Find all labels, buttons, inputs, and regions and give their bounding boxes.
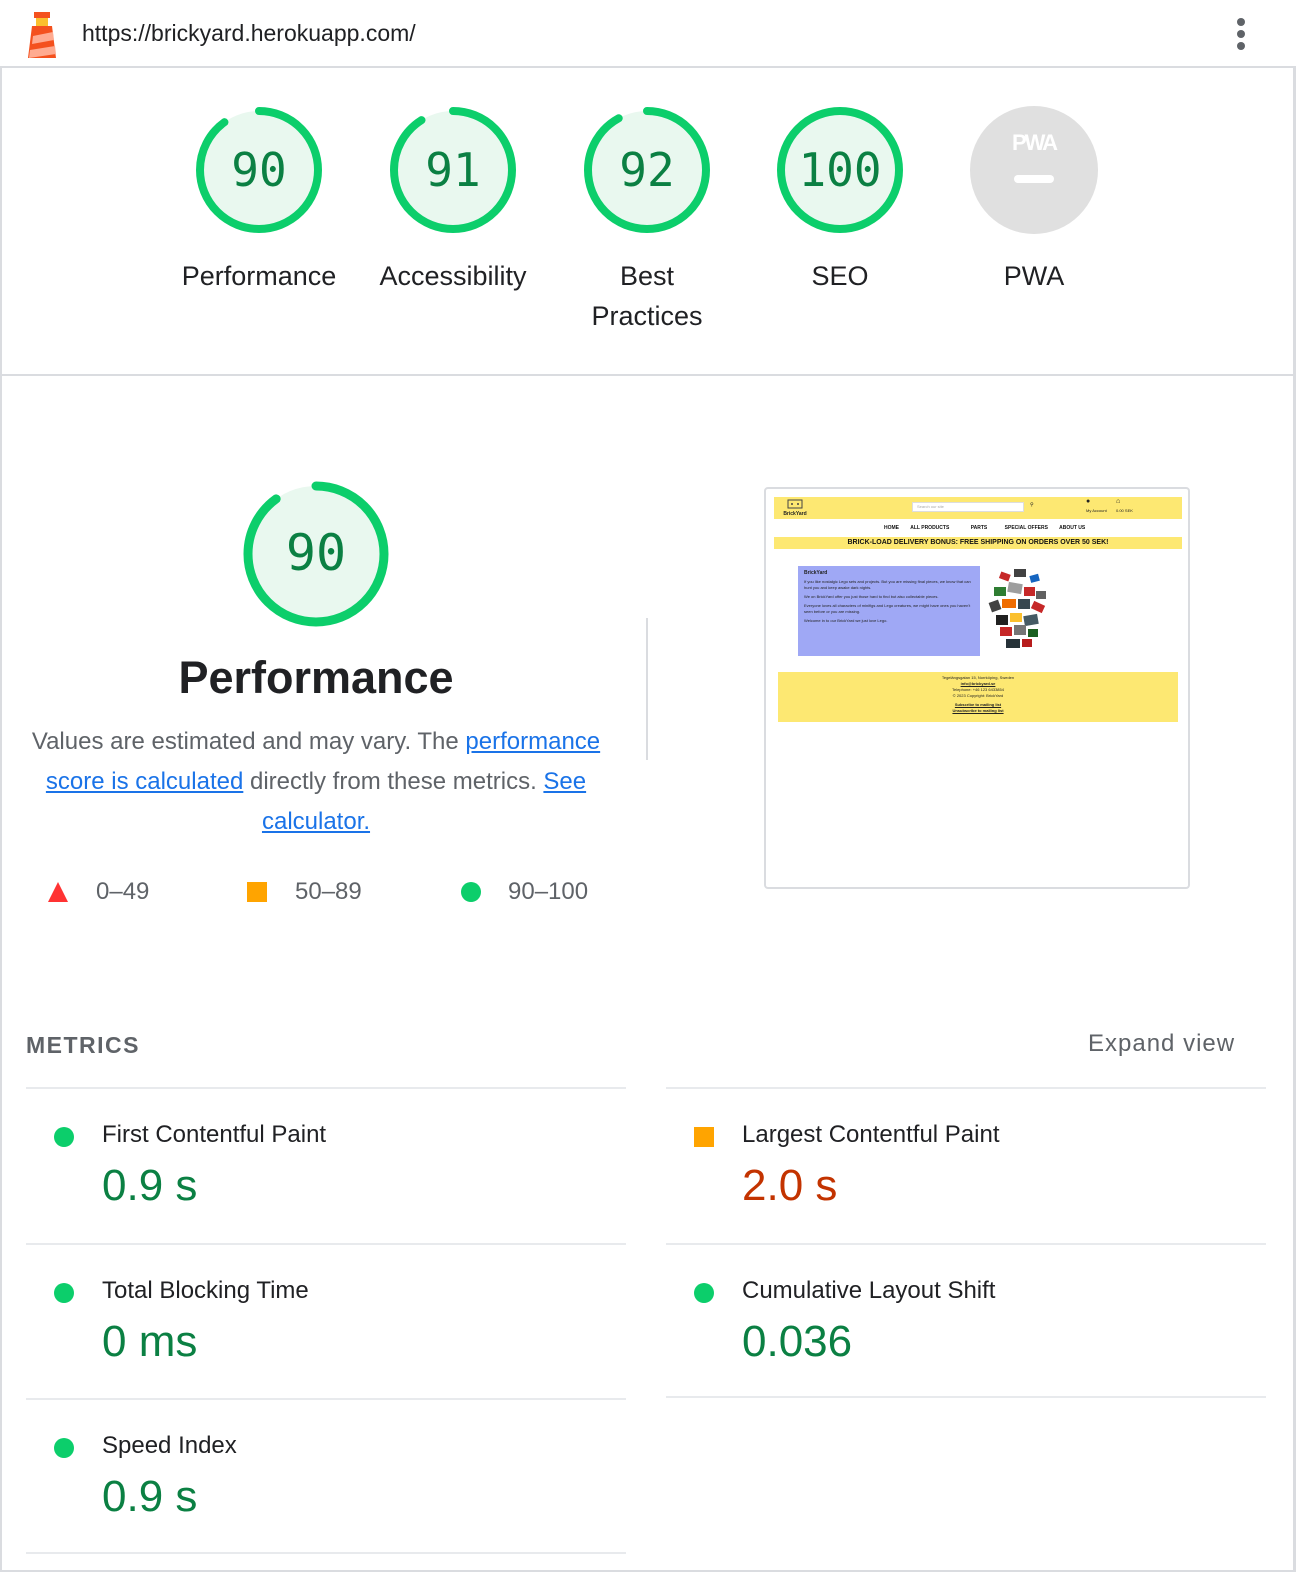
final-screenshot[interactable]: BrickYard Search our site ⚲ ● My Account… — [764, 487, 1190, 889]
pass-circle-icon — [694, 1283, 714, 1303]
thumb-nav-item: PARTS — [970, 525, 988, 531]
thumb-nav-item: SPECIAL OFFERS — [1004, 525, 1048, 531]
vertical-divider — [646, 618, 648, 760]
legend-average: 50–89 — [247, 876, 387, 910]
gauge-performance[interactable]: 90 Performance — [162, 106, 356, 296]
circle-icon — [461, 882, 481, 902]
metric-title: First Contentful Paint — [102, 1121, 327, 1148]
search-icon: ⚲ — [1030, 502, 1034, 508]
divider — [26, 1552, 626, 1554]
desc-text: Values are estimated and may vary. The — [31, 728, 466, 755]
thumb-search: Search our site — [912, 502, 1024, 512]
metric-value: 2.0 s — [742, 1161, 838, 1210]
pass-circle-icon — [54, 1438, 74, 1458]
pwa-badge-text: PWA — [1012, 130, 1058, 155]
metric-value: 0.036 — [742, 1317, 853, 1366]
thumb-footer-text: © 2023 Copyright: BrickYard — [952, 693, 1004, 698]
pass-circle-icon — [54, 1127, 74, 1147]
metric-first-contentful-paint: First Contentful Paint 0.9 s — [26, 1089, 626, 1243]
metric-speed-index: Speed Index 0.9 s — [26, 1400, 626, 1554]
performance-title: Performance — [178, 652, 454, 703]
metric-largest-contentful-paint: Largest Contentful Paint 2.0 s — [666, 1089, 1266, 1243]
triangle-icon — [48, 882, 68, 902]
gauge-score: 90 — [231, 143, 286, 197]
gauge-best-practices[interactable]: 92 Best Practices — [550, 106, 744, 336]
legend-range: 90–100 — [508, 878, 589, 905]
performance-score: 90 — [286, 524, 346, 582]
thumb-account: My Account — [1086, 508, 1107, 513]
thumb-footer: Tegelängsgatan 15, Norrköping, Sweden in… — [778, 672, 1178, 722]
metric-title: Total Blocking Time — [102, 1277, 309, 1304]
expand-view-toggle[interactable]: Expand view — [1088, 1030, 1235, 1058]
gauge-score: 92 — [619, 143, 674, 197]
thumb-box-title: BrickYard — [804, 570, 828, 576]
gauge-label: SEO — [811, 261, 869, 291]
more-vert-icon[interactable] — [1232, 18, 1250, 52]
metric-value: 0 ms — [102, 1317, 198, 1366]
pass-circle-icon — [54, 1283, 74, 1303]
thumb-nav: HOME ALL PRODUCTS PARTS SPECIAL OFFERS A… — [884, 525, 1095, 531]
gauge-seo[interactable]: 100 SEO — [743, 106, 937, 296]
thumb-header: BrickYard Search our site ⚲ ● My Account… — [774, 497, 1182, 519]
thumb-nav-item: HOME — [884, 525, 899, 531]
thumb-footer-text: Unsubscribe to mailing list — [952, 708, 1004, 713]
desc-text: directly from these metrics. — [243, 768, 544, 795]
legend-fail: 0–49 — [48, 876, 188, 910]
score-gauge: 91 — [390, 107, 516, 233]
lego-pile-image — [988, 569, 1046, 648]
score-gauge: 92 — [584, 107, 710, 233]
thumb-nav-item: ALL PRODUCTS — [910, 525, 950, 531]
gauge-label: Best Practices — [591, 261, 703, 331]
thumb-box-text: Everyone loves all characters of minifig… — [804, 603, 971, 614]
thumb-box-text: We on BrickYard offer you just those har… — [804, 594, 939, 599]
gauge-score: 91 — [425, 143, 480, 197]
category-summary: 90 Performance 91 Accessibility 92 Best … — [0, 68, 1296, 376]
metrics-heading: METRICS — [26, 1032, 140, 1058]
thumb-cart: 0.00 SEK — [1116, 508, 1133, 513]
metric-cumulative-layout-shift: Cumulative Layout Shift 0.036 — [666, 1245, 1266, 1399]
average-square-icon — [694, 1127, 714, 1147]
score-gauge: 100 — [777, 107, 903, 233]
legend-pass: 90–100 — [461, 876, 601, 910]
cart-icon: ⌂ — [1116, 498, 1121, 505]
top-bar: https://brickyard.herokuapp.com/ — [0, 0, 1296, 68]
performance-gauge: 90 — [243, 481, 389, 627]
gauge-label: Performance — [181, 261, 337, 291]
metric-total-blocking-time: Total Blocking Time 0 ms — [26, 1245, 626, 1399]
gauge-pwa[interactable]: PWA PWA — [937, 106, 1131, 296]
legend-range: 0–49 — [96, 878, 150, 905]
square-icon — [247, 882, 267, 902]
thumb-logo-text: BrickYard — [783, 511, 806, 517]
thumb-banner: BRICK-LOAD DELIVERY BONUS: FREE SHIPPING… — [774, 537, 1182, 549]
gauge-label: Accessibility — [379, 261, 527, 291]
gauge-accessibility[interactable]: 91 Accessibility — [356, 106, 550, 296]
thumb-box-text: Welcome in to our BrickYard we just love… — [804, 618, 888, 623]
score-gauge: 90 — [196, 107, 322, 233]
thumb-about-box: BrickYard If you like nostalgic Lego set… — [798, 566, 980, 656]
thumb-box-text: If you like nostalgic Lego sets and proj… — [804, 579, 971, 590]
thumb-nav-item: ABOUT US — [1059, 525, 1086, 531]
metric-value: 0.9 s — [102, 1472, 198, 1521]
metric-title: Largest Contentful Paint — [742, 1121, 1000, 1148]
pwa-badge: PWA — [970, 106, 1098, 234]
gauge-score: 100 — [798, 143, 881, 197]
user-icon: ● — [1086, 498, 1091, 505]
metric-value: 0.9 s — [102, 1161, 198, 1210]
divider — [666, 1396, 1266, 1398]
metric-title: Cumulative Layout Shift — [742, 1277, 996, 1304]
lighthouse-icon — [28, 12, 56, 58]
metric-title: Speed Index — [102, 1432, 237, 1459]
gauge-label: PWA — [1003, 261, 1065, 291]
page-url: https://brickyard.herokuapp.com/ — [82, 20, 416, 46]
legend-range: 50–89 — [295, 878, 362, 905]
performance-description: Values are estimated and may vary. The p… — [24, 722, 608, 842]
brickyard-logo: BrickYard — [783, 499, 807, 517]
